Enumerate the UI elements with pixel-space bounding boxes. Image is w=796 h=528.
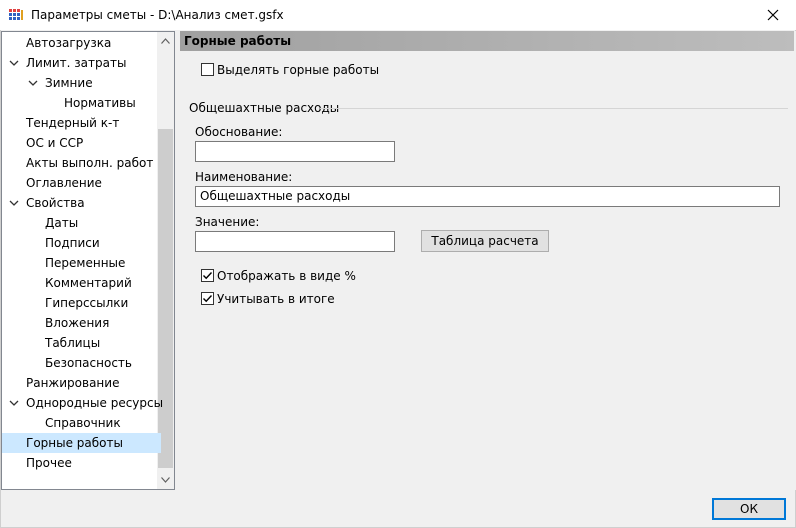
tree-item[interactable]: Справочник [41, 413, 125, 433]
justification-label: Обоснование: [195, 125, 283, 139]
chevron-down-icon[interactable] [28, 78, 38, 88]
include-total-checkbox[interactable] [201, 292, 214, 305]
tree-item[interactable]: Подписи [41, 233, 104, 253]
checkmark-icon [203, 295, 213, 303]
tree-item-label: Оглавление [26, 176, 102, 190]
tree-item-label: Вложения [45, 316, 110, 330]
tree-item-selected[interactable]: Горные работы [2, 433, 161, 453]
close-icon [767, 9, 779, 21]
value-input[interactable] [195, 231, 395, 252]
tree-item[interactable]: Акты выполн. работ [22, 153, 157, 173]
tree-item-label: Подписи [45, 236, 100, 250]
tree-item[interactable]: Тендерный к-т [22, 113, 123, 133]
show-percent-checkbox[interactable] [201, 269, 214, 282]
tree-item-label: Лимит. затраты [26, 56, 127, 70]
tree-item-label: Безопасность [45, 356, 132, 370]
tree-item-label: Нормативы [64, 96, 136, 110]
title-bar: Параметры сметы - D:\Анализ смет.gsfx [0, 0, 796, 30]
calc-table-button[interactable]: Таблица расчета [421, 230, 549, 252]
tree-item[interactable]: Таблицы [41, 333, 104, 353]
value-label: Значение: [195, 215, 260, 229]
tree-item[interactable]: Гиперссылки [41, 293, 132, 313]
dialog-footer: ОК [1, 490, 795, 527]
name-input[interactable]: Общешахтные расходы [195, 186, 780, 207]
group-title: Общешахтные расходы [189, 101, 340, 115]
tree-item-label: Переменные [45, 256, 126, 270]
tree-item[interactable]: Безопасность [41, 353, 136, 373]
ok-button[interactable]: ОК [712, 498, 786, 520]
tree-item[interactable]: Нормативы [60, 93, 140, 113]
tree-item-label: Гиперссылки [45, 296, 129, 310]
tree-item-label: Комментарий [45, 276, 132, 290]
settings-tree[interactable]: Автозагрузка Лимит. затраты Зимние Норматив… [1, 31, 175, 490]
tree-item[interactable]: Вложения [41, 313, 113, 333]
tree-item-label: Ранжирование [26, 376, 120, 390]
tree-item[interactable]: Зимние [41, 73, 97, 93]
scroll-down-icon[interactable] [161, 477, 170, 483]
tree-item-label: Горные работы [26, 436, 123, 450]
tree-item[interactable]: Комментарий [41, 273, 136, 293]
highlight-mining-label: Выделять горные работы [217, 63, 380, 77]
section-header: Горные работы [180, 31, 794, 51]
tree-item-label: Тендерный к-т [26, 116, 120, 130]
show-percent-label: Отображать в виде % [217, 269, 356, 283]
close-button[interactable] [750, 0, 796, 30]
tree-item[interactable]: Переменные [41, 253, 129, 273]
chevron-down-icon[interactable] [9, 198, 19, 208]
tree-item-label: Даты [45, 216, 79, 230]
tree-item[interactable]: Прочее [22, 453, 76, 473]
tree-item[interactable]: Даты [41, 213, 82, 233]
tree-item[interactable]: ОС и ССР [22, 133, 87, 153]
scrollbar-thumb[interactable] [158, 129, 173, 468]
chevron-down-icon[interactable] [9, 58, 19, 68]
group-divider [320, 108, 788, 109]
include-total-label: Учитывать в итоге [217, 292, 335, 306]
tree-item-label: Акты выполн. работ [26, 156, 154, 170]
tree-item-label: Прочее [26, 456, 72, 470]
tree-item[interactable]: Свойства [22, 193, 89, 213]
tree-item-label: ОС и ССР [26, 136, 84, 150]
tree-item-label: Автозагрузка [26, 36, 112, 50]
tree-item-label: Свойства [26, 196, 85, 210]
scroll-up-icon[interactable] [161, 38, 170, 44]
tree-item-label: Справочник [45, 416, 121, 430]
app-icon [8, 8, 24, 22]
tree-item[interactable]: Однородные ресурсы [22, 393, 167, 413]
tree-item[interactable]: Ранжирование [22, 373, 123, 393]
tree-scrollbar[interactable] [157, 32, 174, 489]
window-title: Параметры сметы - D:\Анализ смет.gsfx [31, 8, 284, 22]
tree-item[interactable]: Лимит. затраты [22, 53, 130, 73]
tree-item[interactable]: Автозагрузка [22, 33, 115, 53]
checkmark-icon [203, 272, 213, 280]
tree-item-label: Однородные ресурсы [26, 396, 164, 410]
chevron-down-icon[interactable] [9, 398, 19, 408]
settings-content: Горные работы Выделять горные работы Общ… [180, 31, 796, 490]
highlight-mining-checkbox[interactable] [201, 63, 214, 76]
justification-input[interactable] [195, 141, 395, 162]
tree-item[interactable]: Оглавление [22, 173, 106, 193]
name-label: Наименование: [195, 170, 293, 184]
tree-item-label: Таблицы [45, 336, 101, 350]
tree-item-label: Зимние [45, 76, 93, 90]
